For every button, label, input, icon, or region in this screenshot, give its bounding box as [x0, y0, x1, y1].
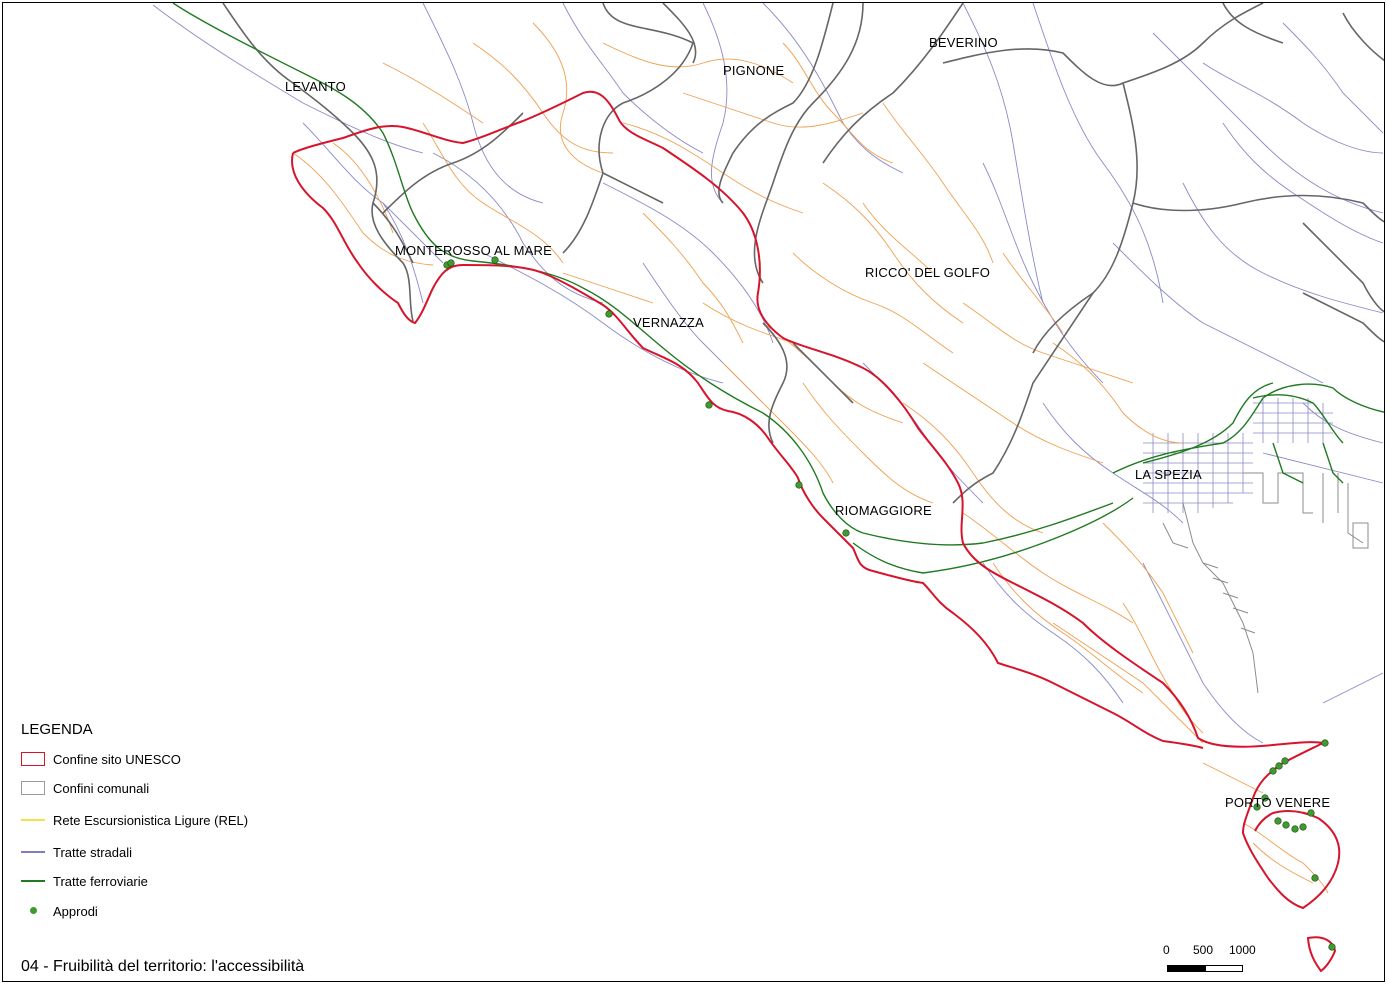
legend-swatch [21, 813, 45, 827]
landing-point [1321, 739, 1329, 747]
scale-bar: 0 500 1000 [1163, 943, 1256, 979]
legend-title: LEGENDA [21, 721, 93, 738]
landing-point [842, 529, 850, 537]
landings-layer [443, 256, 1336, 951]
legend-label: Tratte ferroviarie [53, 873, 148, 889]
roads-layer [152, 3, 1384, 744]
place-label-riomaggiore: RIOMAGGIORE [835, 503, 932, 518]
landing-point [1299, 823, 1307, 831]
place-label-levanto: LEVANTO [285, 79, 346, 94]
landing-point [1291, 825, 1299, 833]
landing-point [1274, 817, 1282, 825]
place-label-beverino: BEVERINO [929, 35, 998, 50]
landing-point [795, 481, 803, 489]
unesco-boundary [291, 90, 1341, 973]
place-label-monterosso: MONTEROSSO AL MARE [395, 243, 552, 258]
legend-label: Confini comunali [53, 780, 150, 796]
landing-point [447, 259, 455, 267]
landing-point [1269, 767, 1277, 775]
place-label-vernazza: VERNAZZA [633, 315, 704, 330]
harbor-docks [1162, 472, 1369, 694]
place-label-pignone: PIGNONE [723, 63, 785, 78]
place-label-porto-venere: PORTO VENERE [1225, 795, 1331, 810]
legend-label: Approdi [53, 903, 98, 919]
map-title: 04 - Fruibilità del territorio: l'access… [21, 958, 305, 975]
legend-swatch [21, 904, 45, 918]
legend-label: Tratte stradali [53, 844, 132, 860]
legend-label: Rete Escursionistica Ligure (REL) [53, 812, 249, 828]
legend-swatch [21, 752, 45, 766]
legend-item: Tratte stradali [21, 842, 132, 862]
legend-swatch [21, 781, 45, 795]
legend-swatch [21, 845, 45, 859]
hiking-trails-layer [292, 22, 1329, 894]
railways-layer [172, 3, 1384, 574]
scale-tick-0: 0 [1163, 943, 1170, 957]
scale-tick-500: 500 [1193, 943, 1214, 957]
legend-label: Confine sito UNESCO [53, 751, 181, 767]
map-canvas[interactable] [3, 3, 1385, 982]
landing-point [605, 310, 613, 318]
legend-item: Rete Escursionistica Ligure (REL) [21, 810, 248, 830]
landing-point [1328, 943, 1336, 951]
landing-point [1281, 757, 1289, 765]
landing-point [1275, 762, 1283, 770]
landing-point [705, 401, 713, 409]
scale-tick-1000: 1000 [1229, 943, 1256, 957]
legend-item: Approdi [21, 901, 98, 921]
legend-item: Confine sito UNESCO [21, 749, 181, 769]
landing-point [1282, 821, 1290, 829]
landing-point [1307, 809, 1315, 817]
legend-item: Confini comunali [21, 778, 149, 798]
place-label-la-spezia: LA SPEZIA [1135, 467, 1202, 482]
legend-item: Tratte ferroviarie [21, 871, 148, 891]
scale-segment-2 [1205, 965, 1243, 972]
landing-point [1311, 874, 1319, 882]
place-label-ricco-del-golfo: RICCO' DEL GOLFO [865, 265, 991, 280]
map-frame: LEVANTO PIGNONE BEVERINO MONTEROSSO AL M… [2, 2, 1385, 982]
map-legend: LEGENDA Confine sito UNESCO Confini comun… [21, 721, 248, 919]
legend-swatch [21, 874, 45, 888]
scale-segment-1 [1167, 965, 1207, 972]
